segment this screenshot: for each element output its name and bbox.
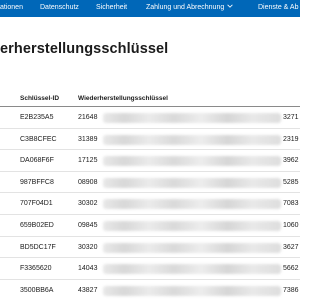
recovery-key-suffix: 3271 [283,114,299,121]
key-id-cell: C3B8CFEC [20,135,57,143]
recovery-key-prefix: 30302 [78,200,98,208]
recovery-key-prefix: 09845 [78,222,98,229]
key-id-cell: E2B235A5 [20,114,54,121]
recovery-key-prefix: 14043 [78,265,98,273]
page-title: erherstellungsschlüssel [0,41,169,57]
table-row: 987BFFC8 08908 5285 [0,172,300,194]
key-id-cell: 3500BB6A [20,286,54,294]
table-row: C3B8CFEC 31389 2319 [0,129,300,151]
recovery-key-suffix: 3627 [283,243,299,251]
nav-item-sicherheit[interactable]: Sicherheit [96,0,127,17]
nav-item-informationen[interactable]: ationen [0,0,23,17]
nav-item-zahlung-label: Zahlung und Abrechnung [146,4,225,11]
redacted-key-blur [103,242,281,253]
recovery-key-prefix: 17125 [78,157,98,165]
recovery-key-prefix: 43827 [78,286,98,294]
nav-item-zahlung-und-abrechnung[interactable]: Zahlung und Abrechnung [146,0,233,17]
table-row: BD5DC17F 30320 3627 [0,237,300,259]
recovery-key-suffix: 3962 [283,157,299,165]
redacted-key-blur [103,199,281,210]
key-id-cell: 987BFFC8 [20,178,54,186]
redacted-key-blur [103,113,281,123]
recovery-key-prefix: 31389 [78,135,98,143]
recovery-key-suffix: 7083 [283,200,299,208]
column-header-key-id: Schlüssel-ID [20,95,60,102]
key-id-cell: 707F04D1 [20,200,53,208]
nav-item-datenschutz[interactable]: Datenschutz [40,0,79,17]
recovery-key-prefix: 08908 [78,178,98,186]
recovery-key-suffix: 1060 [283,222,299,229]
recovery-key-suffix: 5662 [283,265,299,273]
table-row: 3500BB6A 43827 7386 [0,280,300,300]
redacted-key-blur [103,285,281,296]
recovery-key-prefix: 21648 [78,114,98,121]
redacted-key-blur [103,177,281,188]
redacted-key-blur [103,221,281,231]
nav-item-dienste-und-abonnements[interactable]: Dienste & Ab [258,0,298,17]
key-id-cell: BD5DC17F [20,243,56,251]
recovery-key-suffix: 2319 [283,135,299,143]
recovery-key-suffix: 7386 [283,286,299,294]
key-id-cell: DA068F6F [20,157,54,165]
table-row: 707F04D1 30302 7083 [0,193,300,215]
redacted-key-blur [103,156,281,167]
key-id-cell: 659B02ED [20,222,54,229]
table-row: F3365620 14043 5662 [0,258,300,280]
chevron-down-icon [227,4,233,8]
recovery-key-prefix: 30320 [78,243,98,251]
table-row: E2B235A5 21648 3271 [0,107,300,129]
recovery-key-suffix: 5285 [283,178,299,186]
column-header-recovery-key: Wiederherstellungsschlüssel [78,95,168,102]
table-row: 659B02ED 09845 1060 [0,215,300,237]
table-row: DA068F6F 17125 3962 [0,150,300,172]
redacted-key-blur [103,264,281,275]
top-navigation-bar: ationen Datenschutz Sicherheit Zahlung u… [0,0,300,17]
key-id-cell: F3365620 [20,265,52,273]
redacted-key-blur [103,134,281,145]
